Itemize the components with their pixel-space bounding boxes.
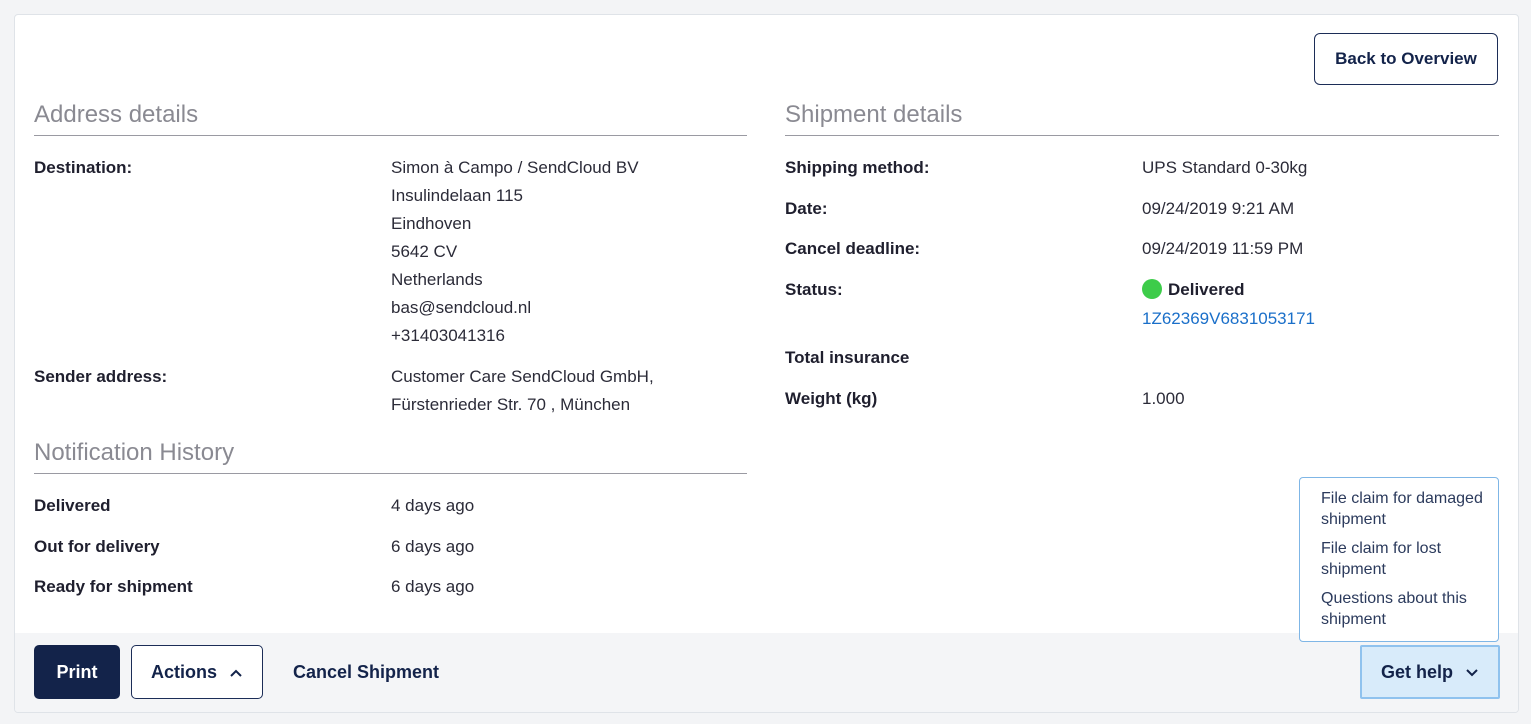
sender-address: Customer Care SendCloud GmbH, Fürstenrie… bbox=[391, 363, 654, 419]
destination-label: Destination: bbox=[34, 158, 133, 177]
notification-time: 6 days ago bbox=[391, 537, 475, 556]
destination-line: Simon à Campo / SendCloud BV bbox=[391, 158, 639, 177]
get-help-menu: File claim for damaged shipment File cla… bbox=[1299, 477, 1499, 642]
menu-item-damaged-claim[interactable]: File claim for damaged shipment bbox=[1321, 488, 1498, 530]
get-help-label: Get help bbox=[1380, 661, 1453, 682]
chevron-up-icon bbox=[229, 662, 243, 683]
status-text: Delivered bbox=[1168, 280, 1245, 299]
actions-button[interactable]: Actions bbox=[131, 645, 263, 699]
destination-email: bas@sendcloud.nl bbox=[391, 298, 532, 317]
shipment-detail-card: Back to Overview Address details Destina… bbox=[14, 14, 1519, 713]
chevron-down-icon bbox=[1465, 662, 1479, 683]
shipping-method-label: Shipping method: bbox=[785, 158, 930, 177]
notification-time: 4 days ago bbox=[391, 496, 475, 515]
cancel-shipment-button[interactable]: Cancel Shipment bbox=[281, 645, 451, 699]
shipping-method-value: UPS Standard 0-30kg bbox=[1142, 158, 1308, 177]
status-label: Status: bbox=[785, 280, 843, 299]
sender-line: Fürstenrieder Str. 70 , München bbox=[391, 395, 631, 414]
status-dot-icon bbox=[1142, 279, 1162, 299]
destination-phone: +31403041316 bbox=[391, 326, 505, 345]
menu-item-questions[interactable]: Questions about this shipment bbox=[1321, 588, 1498, 630]
weight-label: Weight (kg) bbox=[785, 389, 878, 408]
notification-history-title: Notification History bbox=[34, 439, 747, 474]
back-to-overview-button[interactable]: Back to Overview bbox=[1314, 33, 1498, 85]
address-details-title: Address details bbox=[34, 101, 747, 136]
status-value: Delivered bbox=[1142, 276, 1245, 304]
destination-line: Insulindelaan 115 bbox=[391, 186, 524, 205]
notification-label: Delivered bbox=[34, 496, 111, 515]
destination-address: Simon à Campo / SendCloud BV Insulindela… bbox=[391, 154, 639, 350]
date-value: 09/24/2019 9:21 AM bbox=[1142, 199, 1295, 218]
shipment-details-title: Shipment details bbox=[785, 101, 1499, 136]
cancel-deadline-label: Cancel deadline: bbox=[785, 239, 921, 258]
sender-line: Customer Care SendCloud GmbH, bbox=[391, 367, 654, 386]
destination-line: Eindhoven bbox=[391, 214, 472, 233]
total-insurance-label: Total insurance bbox=[785, 348, 910, 367]
sender-address-label: Sender address: bbox=[34, 367, 168, 386]
destination-line: 5642 CV bbox=[391, 242, 458, 261]
date-label: Date: bbox=[785, 199, 828, 218]
notification-label: Ready for shipment bbox=[34, 577, 193, 596]
actions-label: Actions bbox=[150, 661, 217, 682]
destination-line: Netherlands bbox=[391, 270, 483, 289]
notification-time: 6 days ago bbox=[391, 577, 475, 596]
tracking-link[interactable]: 1Z62369V6831053171 bbox=[1142, 305, 1315, 333]
notification-label: Out for delivery bbox=[34, 537, 160, 556]
weight-value: 1.000 bbox=[1142, 389, 1185, 408]
action-bar: Print Actions Cancel Shipment Get help bbox=[15, 633, 1518, 712]
cancel-deadline-value: 09/24/2019 11:59 PM bbox=[1142, 239, 1304, 258]
print-button[interactable]: Print bbox=[34, 645, 120, 699]
menu-item-lost-claim[interactable]: File claim for lost shipment bbox=[1321, 538, 1498, 580]
get-help-button[interactable]: Get help bbox=[1360, 645, 1500, 699]
